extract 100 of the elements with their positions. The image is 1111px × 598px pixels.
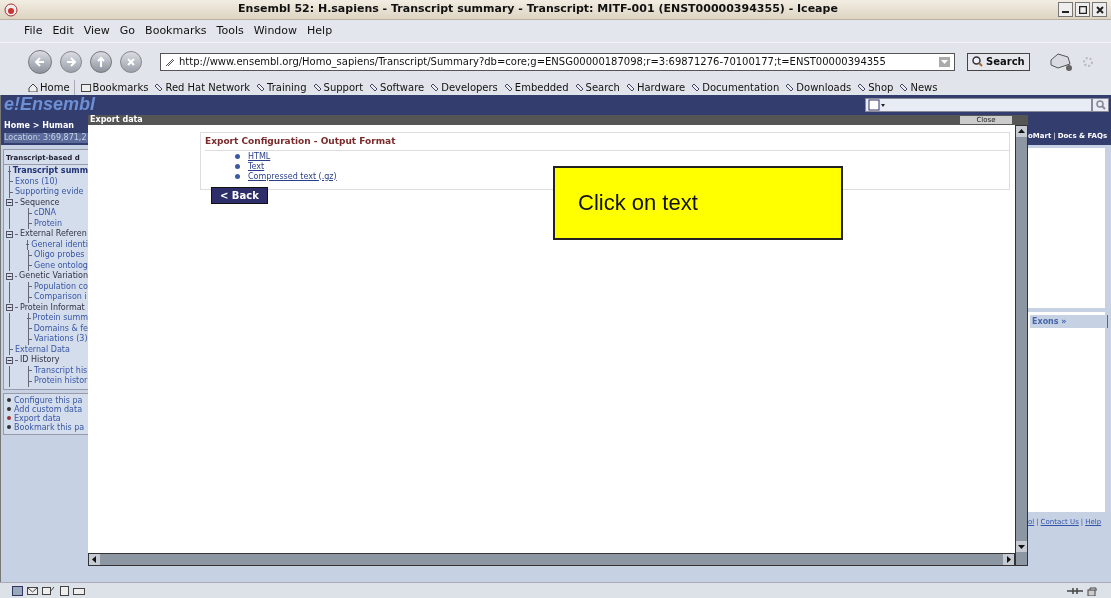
back-arrow-icon	[34, 55, 46, 68]
sidebar-link[interactable]: Transcript his	[34, 365, 88, 376]
bookmark-link[interactable]: Red Hat Network	[154, 80, 251, 95]
bookmark-icon	[503, 83, 513, 92]
sidebar-link[interactable]: External Data	[15, 344, 70, 355]
app-icon	[4, 2, 18, 17]
bookmark-icon	[369, 83, 379, 92]
close-icon	[1095, 5, 1104, 14]
bookmark-link[interactable]: Support	[312, 80, 364, 95]
search-button[interactable]	[1092, 98, 1109, 112]
action-link[interactable]: Export data	[14, 413, 61, 423]
exons-tab[interactable]: Exons »	[1030, 315, 1108, 328]
sidebar-link[interactable]: Sequence	[20, 197, 60, 208]
scroll-down-icon[interactable]	[1016, 541, 1027, 552]
sidebar-link[interactable]: Protein histor	[34, 376, 88, 387]
tree-toggle-icon[interactable]	[6, 230, 13, 238]
dialog-title: Export data	[90, 115, 143, 125]
horizontal-scrollbar[interactable]	[88, 553, 1015, 566]
action-link[interactable]: Add custom data	[14, 404, 83, 414]
reload-icon	[95, 55, 107, 68]
bookmark-link[interactable]: Software	[369, 80, 425, 95]
action-link[interactable]: Configure this pa	[14, 395, 83, 405]
bookmark-link[interactable]: Training	[256, 80, 307, 95]
bookmark-link[interactable]: News	[899, 80, 938, 95]
bookmark-icon	[256, 83, 266, 92]
bookmark-link[interactable]: Bookmarks	[80, 80, 149, 95]
close-button[interactable]	[1092, 2, 1107, 17]
address-field[interactable]: http://www.ensembl.org/Homo_sapiens/Transcript/Summary?db=core;g=ENSG00000187098;r=3:69871276-70100177;t=ENST00000394355	[160, 52, 955, 71]
action-link[interactable]: Bookmark this pa	[14, 422, 85, 432]
search-icon	[972, 56, 983, 67]
bookmark-link[interactable]: Embedded	[503, 80, 569, 95]
sidebar-link[interactable]: Supporting evide	[15, 187, 84, 198]
address-book-icon[interactable]	[59, 585, 69, 596]
sidebar-link[interactable]: ID History	[20, 355, 60, 366]
scroll-left-icon[interactable]	[89, 554, 100, 565]
bookmark-link[interactable]: Documentation	[691, 80, 780, 95]
composer-icon[interactable]	[42, 585, 55, 596]
stop-button[interactable]	[120, 50, 142, 73]
back-button[interactable]	[28, 49, 52, 74]
search-button[interactable]: Search	[967, 52, 1030, 71]
bookmark-link[interactable]: Shop	[857, 80, 894, 95]
bookmark-link[interactable]: Downloads	[785, 80, 852, 95]
maximize-icon	[1078, 5, 1087, 14]
back-button[interactable]: < Back	[211, 186, 268, 204]
format-link[interactable]: HTML	[248, 150, 271, 163]
sidebar-link[interactable]: Oligo probes	[34, 250, 85, 261]
format-link[interactable]: Compressed text (.gz)	[248, 170, 337, 183]
vertical-scrollbar[interactable]	[1015, 125, 1028, 566]
sidebar-link[interactable]: Variations (3)	[34, 334, 88, 345]
bookmark-icon	[857, 83, 867, 92]
chat-icon[interactable]	[73, 585, 85, 596]
menu-item[interactable]: Help	[307, 22, 333, 40]
menu-item[interactable]: Window	[253, 22, 298, 40]
search-icon	[1095, 100, 1106, 110]
sidebar-link[interactable]: Domains & fe	[33, 323, 88, 334]
menu-item[interactable]: Go	[119, 22, 136, 40]
search-field[interactable]	[865, 98, 1092, 112]
sidebar-link[interactable]: Population co	[34, 281, 88, 292]
tree-toggle-icon[interactable]	[6, 272, 13, 280]
sidebar-link[interactable]: Protein	[34, 218, 63, 229]
tree-toggle-icon[interactable]	[6, 304, 13, 312]
url-text: http://www.ensembl.org/Homo_sapiens/Transcript/Summary?db=core;g=ENSG00000187098;r=3:69871276-70100177;t=ENST00000394355	[179, 55, 887, 69]
forward-button[interactable]	[60, 50, 82, 73]
bookmark-icon	[625, 83, 635, 92]
reload-button[interactable]	[90, 50, 112, 73]
sidebar-link[interactable]: Gene ontolog	[34, 260, 88, 271]
bookmark-link[interactable]: Hardware	[625, 80, 686, 95]
breadcrumb[interactable]: Home > Human	[4, 121, 89, 131]
format-link[interactable]: Text	[248, 160, 265, 173]
bookmark-icon	[785, 83, 795, 92]
scroll-up-icon[interactable]	[1016, 126, 1027, 137]
tree-toggle-icon[interactable]	[6, 199, 13, 207]
sidebar-link[interactable]: Protein summ	[32, 313, 88, 324]
throbber-icon	[1081, 55, 1094, 68]
menu-item[interactable]: Edit	[52, 22, 74, 40]
minimize-button[interactable]	[1058, 2, 1073, 17]
menu-item[interactable]: File	[24, 22, 43, 40]
sidebar-link[interactable]: Transcript summ	[12, 166, 88, 177]
menu-item[interactable]: Tools	[216, 22, 244, 40]
maximize-button[interactable]	[1075, 2, 1090, 17]
sidebar-link[interactable]: General identi	[31, 239, 88, 250]
sidebar-link[interactable]: Comparison i	[34, 292, 87, 303]
mail-icon[interactable]	[27, 585, 38, 596]
navigator-icon[interactable]	[12, 585, 23, 596]
bookmark-icon	[574, 83, 584, 92]
page-icon	[165, 56, 175, 67]
menu-item[interactable]: Bookmarks	[145, 22, 207, 40]
sidebar-link[interactable]: External Referen	[20, 229, 87, 240]
tree-toggle-icon[interactable]	[6, 356, 13, 364]
bookmark-link[interactable]: Developers	[430, 80, 498, 95]
bookmark-icon	[312, 83, 322, 92]
menu-item[interactable]: View	[83, 22, 110, 40]
sidebar-link[interactable]: Protein Informat	[20, 302, 85, 313]
sidebar-link[interactable]: Exons (10)	[15, 176, 58, 187]
sidebar-link[interactable]: Genetic Variation	[19, 271, 88, 282]
sidebar-link[interactable]: cDNA	[34, 208, 56, 219]
scroll-right-icon[interactable]	[1003, 554, 1014, 565]
forward-arrow-icon	[65, 55, 77, 68]
dropdown-icon[interactable]	[868, 99, 886, 111]
bookmark-link[interactable]: Search	[574, 80, 620, 95]
